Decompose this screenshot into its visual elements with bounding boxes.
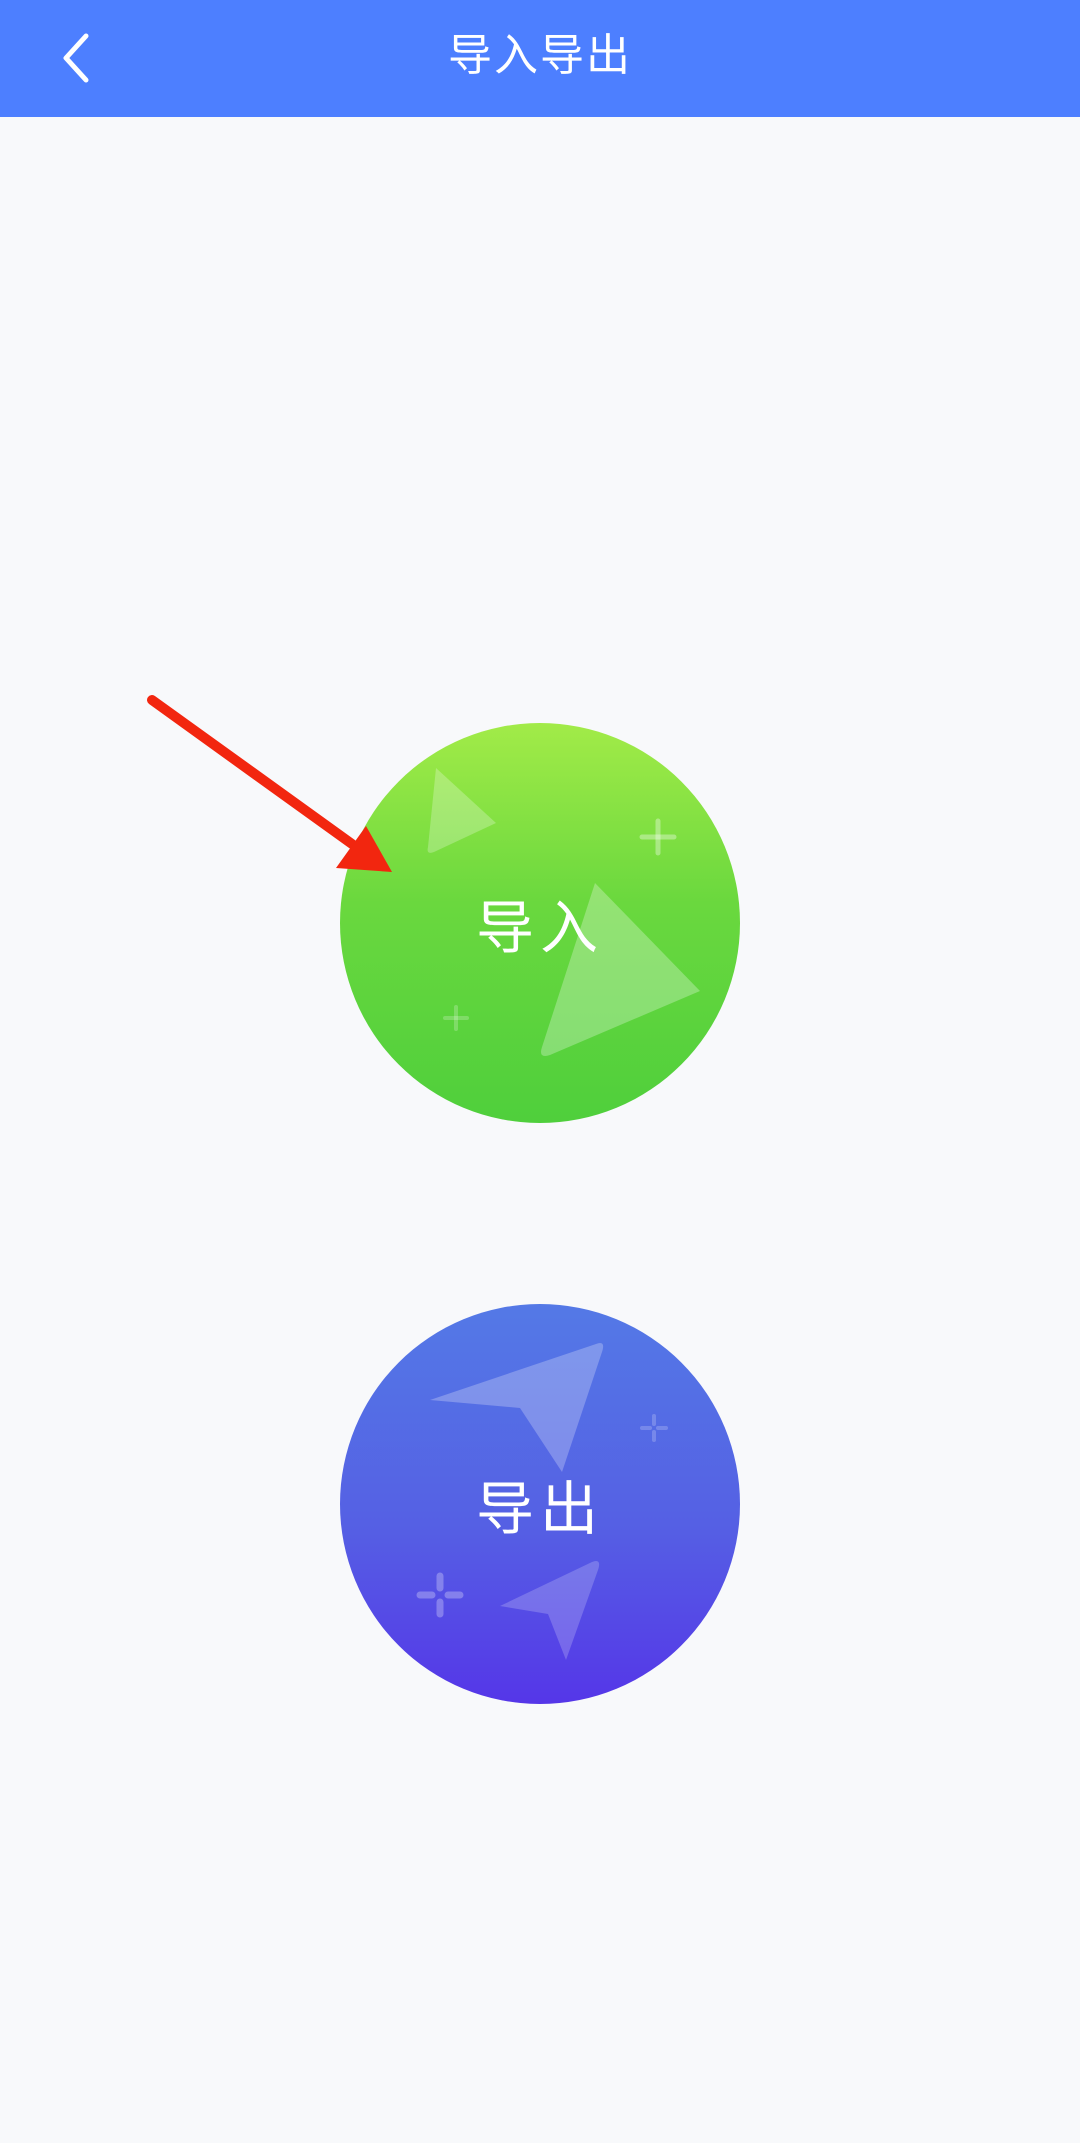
page-title: 导入导出 (448, 30, 632, 81)
import-button[interactable]: 导入 (340, 723, 740, 1123)
top-bar: 导入导出 (0, 0, 1080, 117)
page: 导入导出 导入 导出 (0, 0, 1080, 2143)
export-button[interactable]: 导出 (340, 1304, 740, 1704)
import-label: 导入 (475, 894, 604, 962)
export-label: 导出 (475, 1475, 604, 1543)
